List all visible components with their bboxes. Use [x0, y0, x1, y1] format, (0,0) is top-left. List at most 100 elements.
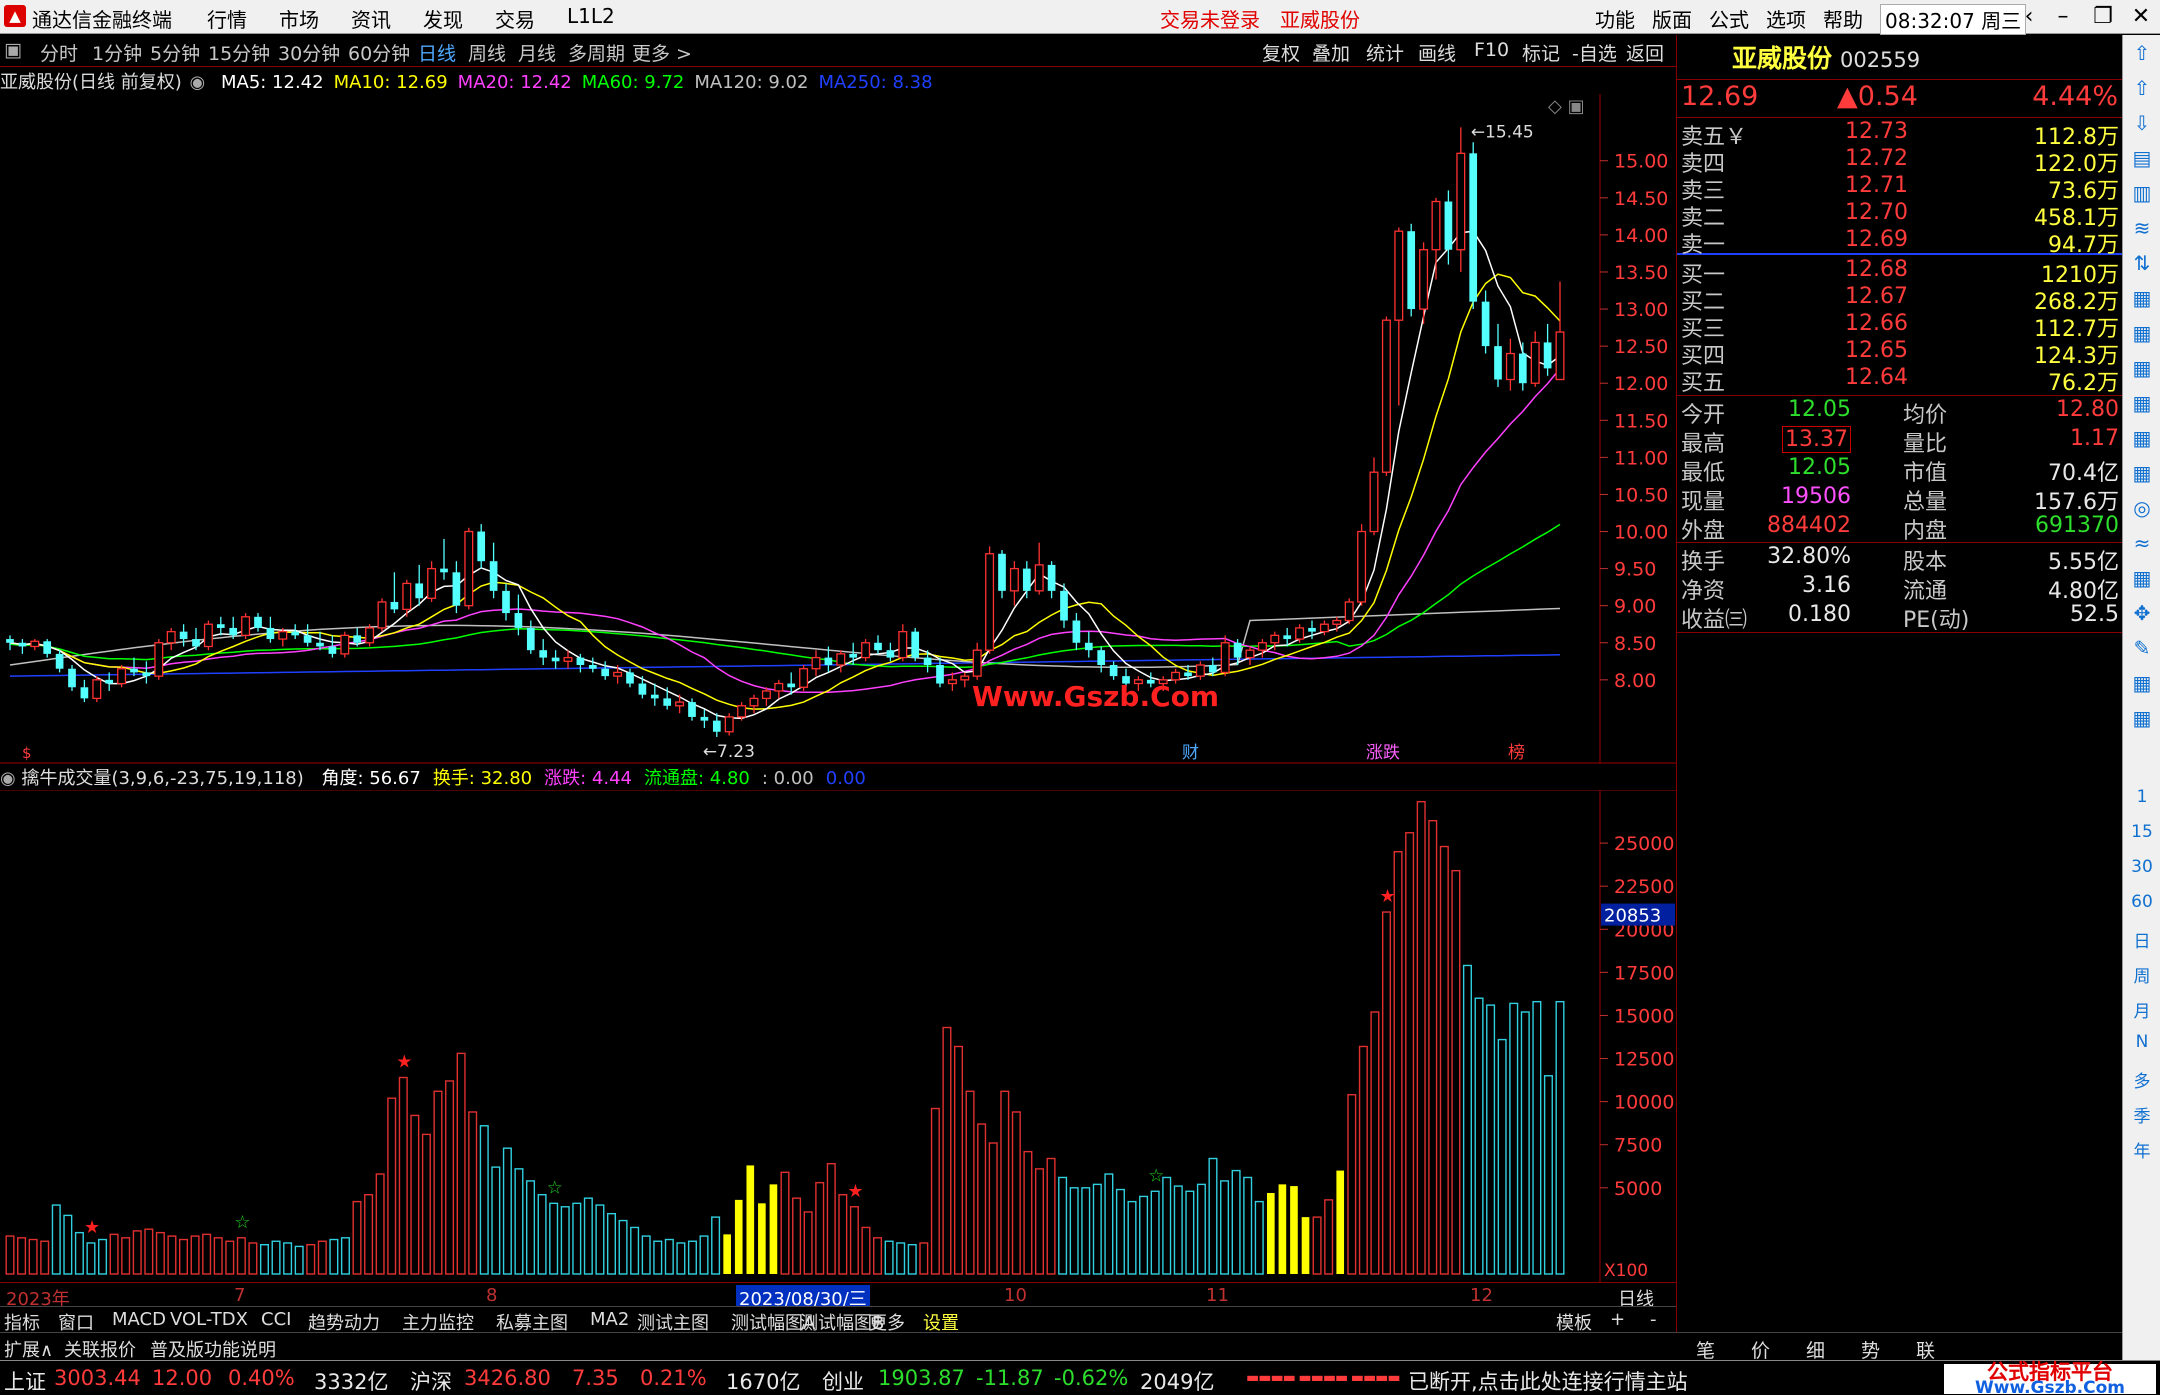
connection-message[interactable]: 已断开,点击此处连接行情主站	[1408, 1366, 1688, 1395]
indicator-tab[interactable]: MA2	[590, 1309, 629, 1330]
candle[interactable]	[861, 639, 871, 662]
side-tool-icon[interactable]: ⇧	[2123, 76, 2160, 100]
close-icon[interactable]: ✕	[2124, 2, 2158, 32]
tool-draw-button[interactable]: 画线	[1418, 39, 1456, 66]
side-tool-icon[interactable]: ⇅	[2123, 251, 2160, 275]
side-period-button[interactable]: 日	[2123, 927, 2160, 952]
tool-mark-button[interactable]: 标记	[1522, 39, 1560, 66]
quote-tab[interactable]: 价	[1751, 1336, 1770, 1363]
side-period-button[interactable]: 60	[2123, 892, 2160, 912]
menu-item-trade[interactable]: 交易	[495, 4, 535, 33]
menu-item-function[interactable]: 功能	[1595, 4, 1635, 33]
candle[interactable]	[117, 665, 127, 688]
candle[interactable]	[985, 546, 995, 654]
dividend-marker-icon[interactable]: $	[22, 744, 32, 762]
side-tool-icon[interactable]: ▦	[2123, 426, 2160, 450]
period-tab-15min[interactable]: 15分钟	[208, 39, 270, 66]
tool-back-button[interactable]: 返回	[1626, 39, 1664, 66]
candle[interactable]	[724, 713, 734, 736]
edition-info-link[interactable]: 普及版功能说明	[150, 1336, 276, 1362]
period-tab-1min[interactable]: 1分钟	[92, 39, 142, 66]
candle[interactable]	[1407, 223, 1416, 317]
tab-right-button[interactable]: +	[1610, 1309, 1625, 1330]
side-tool-icon[interactable]: ▦	[2123, 321, 2160, 345]
candle[interactable]	[365, 624, 375, 647]
related-quotes-button[interactable]: 关联报价	[64, 1336, 136, 1362]
quote-tab[interactable]: 联	[1916, 1336, 1935, 1363]
menu-item-options[interactable]: 选项	[1766, 4, 1806, 33]
volume-bar[interactable]	[769, 1184, 778, 1274]
candle[interactable]	[464, 527, 474, 610]
period-tab-weekly[interactable]: 周线	[468, 39, 506, 66]
candle[interactable]	[340, 631, 350, 658]
volume-bar[interactable]	[1336, 1170, 1345, 1274]
period-tab-intraday[interactable]: 分时	[40, 39, 78, 66]
tool-unwatch-button[interactable]: -自选	[1572, 39, 1617, 66]
trade-login-status[interactable]: 交易未登录	[1160, 4, 1260, 33]
candle[interactable]	[154, 639, 164, 680]
indicator-tab[interactable]: CCI	[261, 1309, 291, 1330]
period-tab-60min[interactable]: 60分钟	[348, 39, 410, 66]
side-tool-icon[interactable]: ⇩	[2123, 111, 2160, 135]
side-tool-icon[interactable]: ✎	[2123, 636, 2160, 660]
legend-toggle-icon[interactable]: ◉	[190, 72, 206, 93]
candle[interactable]	[92, 676, 102, 703]
window-menu-icon[interactable]: ▣	[4, 39, 22, 61]
side-tool-icon[interactable]: ▦	[2123, 461, 2160, 485]
panel-options-icon[interactable]: ◇ ▣	[1548, 96, 1585, 117]
event-marker[interactable]: 榜	[1508, 743, 1525, 763]
period-tab-more[interactable]: 更多 >	[632, 39, 692, 66]
candle[interactable]	[1344, 598, 1354, 625]
side-period-button[interactable]: 季	[2123, 1102, 2160, 1127]
side-period-button[interactable]: 15	[2123, 822, 2160, 842]
candle[interactable]	[911, 627, 920, 662]
tool-overlay-button[interactable]: 叠加	[1312, 39, 1350, 66]
side-period-button[interactable]: 30	[2123, 857, 2160, 877]
candle[interactable]	[1381, 316, 1391, 476]
menu-item-l1l2[interactable]: L1L2	[567, 4, 615, 28]
side-period-button[interactable]: 年	[2123, 1137, 2160, 1162]
event-marker[interactable]: 涨跌	[1366, 743, 1400, 763]
volume-bar[interactable]	[1267, 1192, 1275, 1274]
event-marker[interactable]: 财	[1182, 743, 1199, 763]
tool-adjust-button[interactable]: 复权	[1262, 39, 1300, 66]
side-tool-icon[interactable]: ≋	[2123, 216, 2160, 240]
tool-f10-button[interactable]: F10	[1474, 39, 1509, 61]
indicator-tab[interactable]: MACD	[112, 1309, 166, 1330]
side-tool-icon[interactable]: ▦	[2123, 391, 2160, 415]
side-tool-icon[interactable]: ✥	[2123, 601, 2160, 625]
menu-item-discover[interactable]: 发现	[423, 4, 463, 33]
side-tool-icon[interactable]: ▦	[2123, 286, 2160, 310]
quote-tab[interactable]: 细	[1806, 1336, 1825, 1363]
candle[interactable]	[1357, 524, 1367, 606]
volume-bar[interactable]	[1301, 1217, 1310, 1274]
volume-legend-icon[interactable]: ◉	[0, 768, 16, 789]
side-tool-icon[interactable]: ≈	[2123, 531, 2160, 555]
side-period-button[interactable]: 周	[2123, 962, 2160, 987]
candle[interactable]	[68, 665, 76, 691]
period-tab-5min[interactable]: 5分钟	[150, 39, 200, 66]
back-icon[interactable]: ‹	[2012, 2, 2046, 32]
side-tool-icon[interactable]: ▥	[2123, 181, 2160, 205]
period-tab-30min[interactable]: 30分钟	[278, 39, 340, 66]
minimize-icon[interactable]: –	[2046, 2, 2080, 32]
side-tool-icon[interactable]: ▦	[2123, 566, 2160, 590]
index-sh-name[interactable]: 上证	[4, 1366, 46, 1395]
quote-tab[interactable]: 笔	[1696, 1336, 1715, 1363]
volume-bar[interactable]	[734, 1199, 743, 1274]
candle[interactable]	[203, 620, 213, 651]
period-tab-monthly[interactable]: 月线	[518, 39, 556, 66]
index-cy-name[interactable]: 创业	[822, 1366, 864, 1395]
index-hs-name[interactable]: 沪深	[410, 1366, 452, 1395]
indicator-tab[interactable]: VOL-TDX	[170, 1309, 248, 1330]
tool-stats-button[interactable]: 统计	[1366, 39, 1404, 66]
side-period-button[interactable]: N	[2123, 1032, 2160, 1052]
side-tool-icon[interactable]: ▦	[2123, 671, 2160, 695]
side-tool-icon[interactable]: ⇧	[2123, 41, 2160, 65]
candlestick-chart[interactable]: 8.00 8.50 9.00 9.50 10.00 10.50 11.00 11.50 12.0…	[0, 94, 1676, 764]
menu-item-markets[interactable]: 市场	[279, 4, 319, 33]
volume-chart[interactable]: 5000750010000125001500017500200002250025…	[0, 790, 1676, 1282]
tab-right-button[interactable]: -	[1650, 1309, 1657, 1330]
expand-button[interactable]: 扩展∧	[4, 1336, 53, 1362]
side-tool-icon[interactable]: ▦	[2123, 356, 2160, 380]
